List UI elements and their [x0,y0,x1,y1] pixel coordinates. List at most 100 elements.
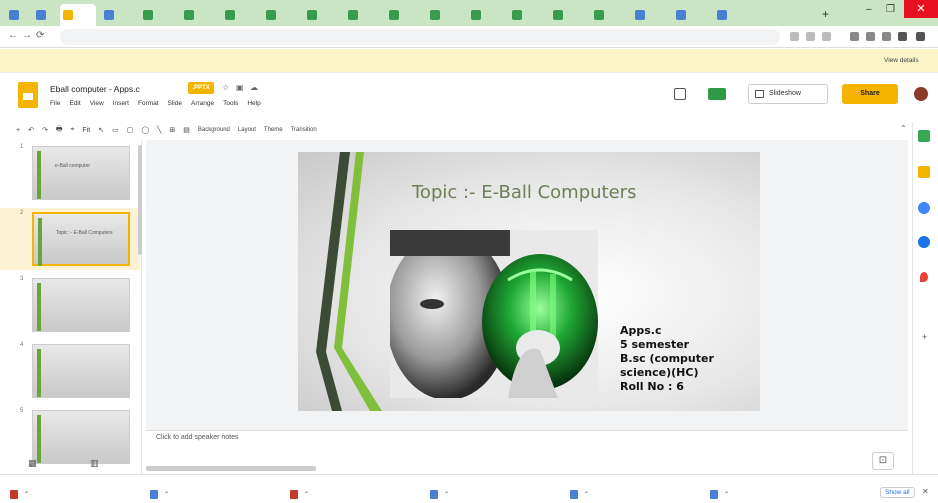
toolbar-button[interactable]: ╲ [157,126,161,134]
download-item[interactable]: ⌃ [710,490,729,499]
chevron-up-icon[interactable]: ⌃ [724,491,729,498]
reload-icon[interactable]: ⟳ [36,30,44,41]
extension-icon[interactable] [806,32,815,41]
toolbar-button[interactable]: ↖ [98,126,104,134]
maps-icon[interactable] [920,272,928,282]
menu-item-edit[interactable]: Edit [69,100,80,107]
toolbar-button[interactable]: ⊞ [169,126,175,134]
toolbar-background-button[interactable]: Background [198,127,230,133]
browser-tab[interactable] [550,6,586,23]
slide-thumbnail[interactable]: 3 [0,274,140,336]
browser-tab[interactable] [101,6,135,23]
slide-photo[interactable] [390,230,598,398]
slide-title[interactable]: Topic :- E-Ball Computers [412,182,636,203]
menu-item-arrange[interactable]: Arrange [191,100,214,107]
menu-item-tools[interactable]: Tools [223,100,238,107]
browser-tab[interactable] [222,6,258,23]
slides-logo-icon[interactable] [18,82,38,108]
menu-item-view[interactable]: View [90,100,104,107]
comment-history-icon[interactable] [674,88,686,100]
tasks-icon[interactable] [918,202,930,214]
chevron-up-icon[interactable]: ⌃ [164,491,169,498]
toolbar-button[interactable]: ▭ [112,126,119,134]
horizontal-scrollbar[interactable] [146,466,316,471]
explore-button[interactable]: ⊡ [872,452,894,470]
new-tab-button[interactable]: + [822,7,829,21]
contacts-icon[interactable] [918,236,930,248]
toolbar-button[interactable]: ▢ [127,126,134,134]
download-item[interactable]: ⌃ [430,490,449,499]
forward-icon[interactable]: → [22,30,32,41]
browser-tab[interactable] [345,6,381,23]
filmstrip-view-icon[interactable]: ▥ [90,458,99,469]
browser-tab[interactable] [181,6,217,23]
star-icon[interactable]: ☆ [222,83,229,92]
back-icon[interactable]: ← [8,30,18,41]
download-item[interactable]: ⌃ [10,490,29,499]
extension-icon[interactable] [850,32,859,41]
menu-item-format[interactable]: Format [138,100,159,107]
slide-thumbnail[interactable]: 2 Topic :- E-Ball Computers [0,208,140,270]
collapse-toolbar-icon[interactable]: ⌃ [900,124,907,133]
url-field[interactable] [60,29,780,45]
extension-icon[interactable] [790,32,799,41]
show-all-downloads-button[interactable]: Show all [880,487,915,498]
keep-icon[interactable] [918,166,930,178]
maximize-icon[interactable]: ❐ [886,4,895,15]
browser-tab[interactable] [33,6,55,23]
chevron-up-icon[interactable]: ⌃ [24,491,29,498]
extension-icon[interactable] [866,32,875,41]
browser-tab[interactable] [714,6,750,23]
toolbar-button[interactable]: ◯ [141,126,149,134]
toolbar-button[interactable]: ⌖ [70,126,74,134]
slide-thumbnail[interactable]: 4 [0,340,140,402]
toolbar-button[interactable]: 🖶 [56,125,63,136]
slide-info-text[interactable]: Apps.c 5 semester B.sc (computer science)(H… [620,324,714,394]
toolbar-button[interactable]: Fit [82,127,90,134]
menu-item-file[interactable]: File [50,100,60,107]
chevron-up-icon[interactable]: ⌃ [444,491,449,498]
toolbar-button[interactable]: ↷ [42,126,48,134]
toolbar-button[interactable]: ↶ [28,126,34,134]
sheets-icon[interactable] [918,130,930,142]
grid-view-icon[interactable]: ▦ [28,458,37,469]
browser-tab[interactable] [591,6,627,23]
download-item[interactable]: ⌃ [290,490,309,499]
close-shelf-icon[interactable]: ✕ [922,487,929,496]
move-folder-icon[interactable]: ▣ [236,83,244,92]
close-window-button[interactable]: ✕ [904,0,938,18]
toolbar-button[interactable]: + [16,127,20,134]
browser-tab[interactable] [632,6,668,23]
extension-icon[interactable] [822,32,831,41]
browser-tab[interactable] [509,6,545,23]
menu-item-slide[interactable]: Slide [168,100,182,107]
meet-icon[interactable] [708,88,726,100]
slide-thumbnail[interactable]: 5 [0,406,140,468]
browser-tab[interactable] [427,6,463,23]
filmstrip-scrollbar[interactable] [138,145,142,255]
document-title[interactable]: Eball computer - Apps.c [50,84,140,94]
toolbar-button[interactable]: ▤ [183,126,190,134]
toolbar-layout-button[interactable]: Layout [238,127,256,133]
chevron-up-icon[interactable]: ⌃ [584,491,589,498]
extension-icon[interactable] [882,32,891,41]
slide-thumbnail[interactable]: 1 e-Ball computer [0,142,140,204]
download-item[interactable]: ⌃ [150,490,169,499]
share-button[interactable]: Share [842,84,898,104]
toolbar-transition-button[interactable]: Transition [291,127,317,133]
speaker-notes-placeholder[interactable]: Click to add speaker notes [156,434,239,441]
present-button[interactable]: Slideshow [748,84,828,104]
menu-item-help[interactable]: Help [247,100,260,107]
minimize-icon[interactable]: – [866,4,872,15]
browser-tab[interactable] [140,6,176,23]
view-details-link[interactable]: View details [884,57,919,64]
download-item[interactable]: ⌃ [570,490,589,499]
menu-item-insert[interactable]: Insert [113,100,129,107]
toolbar-theme-button[interactable]: Theme [264,127,283,133]
avatar[interactable] [914,87,928,101]
menu-icon[interactable] [916,32,925,41]
browser-tab[interactable] [6,6,28,23]
profile-icon[interactable] [898,32,907,41]
browser-tab[interactable] [673,6,709,23]
browser-tab[interactable] [60,4,96,26]
